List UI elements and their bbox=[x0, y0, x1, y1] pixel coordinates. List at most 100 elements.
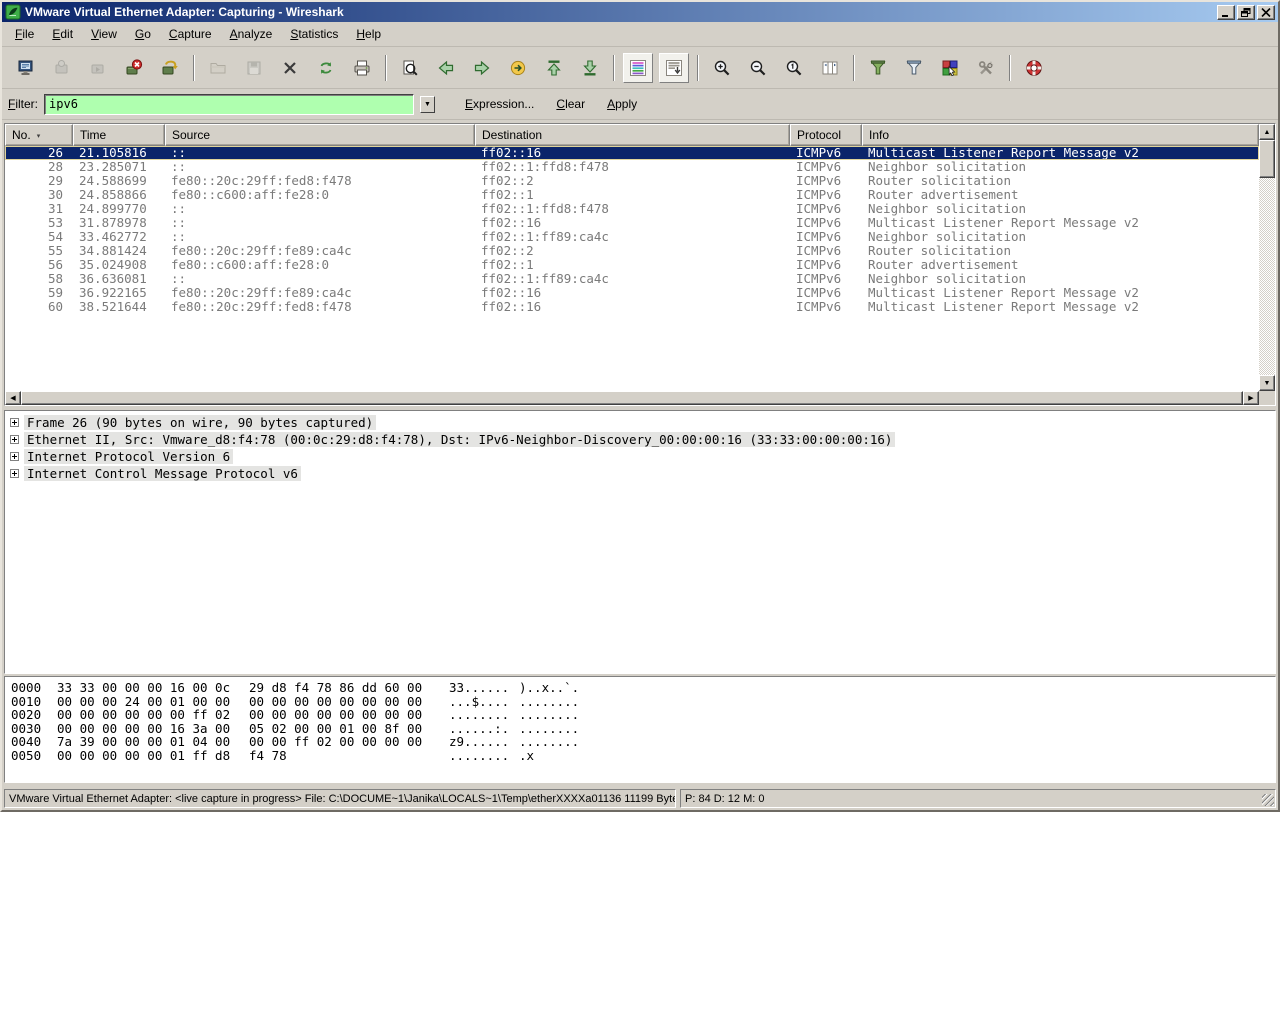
zoom-out-icon[interactable] bbox=[743, 53, 773, 83]
filter-dropdown-button[interactable]: ▼ bbox=[420, 96, 435, 113]
packet-list-horizontal-scrollbar[interactable]: ◀ ▶ bbox=[5, 391, 1259, 405]
detail-row-1[interactable]: Ethernet II, Src: Vmware_d8:f4:78 (00:0c… bbox=[7, 431, 1273, 448]
go-forward-icon[interactable] bbox=[467, 53, 497, 83]
column-header-protocol[interactable]: Protocol bbox=[790, 124, 862, 146]
list-interfaces-icon[interactable] bbox=[11, 53, 41, 83]
ascii-right: ........ bbox=[519, 735, 579, 749]
hex-bytes-left: 00 00 00 00 00 01 ff d8 bbox=[57, 749, 249, 763]
horizontal-scroll-thumb[interactable] bbox=[21, 391, 1243, 405]
print-icon[interactable] bbox=[347, 53, 377, 83]
autoscroll-icon[interactable] bbox=[659, 53, 689, 83]
close-button[interactable] bbox=[1257, 5, 1275, 20]
restore-button[interactable] bbox=[1237, 5, 1255, 20]
menu-help[interactable]: Help bbox=[347, 24, 390, 44]
expression-button[interactable]: Expression... bbox=[459, 95, 540, 113]
find-packet-icon[interactable] bbox=[395, 53, 425, 83]
cell-time: 24.899770 bbox=[73, 202, 165, 216]
expander-plus-icon[interactable] bbox=[10, 452, 19, 461]
column-header-no[interactable]: No.▾ bbox=[5, 124, 73, 146]
preferences-icon[interactable] bbox=[971, 53, 1001, 83]
hex-row-0010[interactable]: 001000 00 00 24 00 01 00 0000 00 00 00 0… bbox=[11, 695, 1273, 709]
menu-statistics[interactable]: Statistics bbox=[281, 24, 347, 44]
detail-row-0[interactable]: Frame 26 (90 bytes on wire, 90 bytes cap… bbox=[7, 414, 1273, 431]
colorize-icon[interactable] bbox=[623, 53, 653, 83]
cell-destination: ff02::1:ffd8:f478 bbox=[475, 202, 790, 216]
hex-row-0020[interactable]: 002000 00 00 00 00 00 ff 0200 00 00 00 0… bbox=[11, 708, 1273, 722]
coloring-rules-icon[interactable] bbox=[935, 53, 965, 83]
hex-bytes-left: 7a 39 00 00 00 01 04 00 bbox=[57, 735, 249, 749]
menu-capture[interactable]: Capture bbox=[160, 24, 221, 44]
cell-destination: ff02::1:ffd8:f478 bbox=[475, 160, 790, 174]
packet-row-59[interactable]: 5936.922165fe80::20c:29ff:fe89:ca4cff02:… bbox=[5, 286, 1259, 300]
scroll-right-icon[interactable]: ▶ bbox=[1243, 391, 1259, 405]
ascii-right: .x bbox=[519, 749, 534, 763]
packet-row-53[interactable]: 5331.878978::ff02::16ICMPv6Multicast Lis… bbox=[5, 216, 1259, 230]
apply-button[interactable]: Apply bbox=[601, 95, 643, 113]
zoom-in-icon[interactable] bbox=[707, 53, 737, 83]
title-bar[interactable]: VMware Virtual Ethernet Adapter: Capturi… bbox=[2, 2, 1278, 22]
expander-plus-icon[interactable] bbox=[10, 469, 19, 478]
minimize-button[interactable] bbox=[1217, 5, 1235, 20]
column-header-destination[interactable]: Destination bbox=[475, 124, 790, 146]
resize-grip[interactable] bbox=[1262, 794, 1274, 806]
packet-row-58[interactable]: 5836.636081::ff02::1:ff89:ca4cICMPv6Neig… bbox=[5, 272, 1259, 286]
clear-button[interactable]: Clear bbox=[550, 95, 591, 113]
go-back-icon[interactable] bbox=[431, 53, 461, 83]
go-top-icon[interactable] bbox=[539, 53, 569, 83]
cell-destination: ff02::1 bbox=[475, 258, 790, 272]
hex-row-0000[interactable]: 000033 33 00 00 00 16 00 0c29 d8 f4 78 8… bbox=[11, 681, 1273, 695]
packet-row-28[interactable]: 2823.285071::ff02::1:ffd8:f478ICMPv6Neig… bbox=[5, 160, 1259, 174]
column-header-source[interactable]: Source bbox=[165, 124, 475, 146]
packet-row-31[interactable]: 3124.899770::ff02::1:ffd8:f478ICMPv6Neig… bbox=[5, 202, 1259, 216]
detail-row-2[interactable]: Internet Protocol Version 6 bbox=[7, 448, 1273, 465]
cell-no: 54 bbox=[5, 230, 73, 244]
cell-info: Multicast Listener Report Message v2 bbox=[862, 146, 1259, 160]
scroll-left-icon[interactable]: ◀ bbox=[5, 391, 21, 405]
packet-row-26[interactable]: 2621.105816::ff02::16ICMPv6Multicast Lis… bbox=[5, 146, 1259, 160]
menu-analyze[interactable]: Analyze bbox=[221, 24, 282, 44]
packet-list-vertical-scrollbar[interactable]: ▲ ▼ bbox=[1259, 124, 1275, 391]
cell-source: :: bbox=[165, 146, 475, 160]
hex-row-0030[interactable]: 003000 00 00 00 00 16 3a 0005 02 00 00 0… bbox=[11, 722, 1273, 736]
hex-bytes-right: 00 00 00 00 00 00 00 00 bbox=[249, 695, 449, 709]
packet-row-55[interactable]: 5534.881424fe80::20c:29ff:fe89:ca4cff02:… bbox=[5, 244, 1259, 258]
ascii-right: ........ bbox=[519, 722, 579, 736]
scroll-down-icon[interactable]: ▼ bbox=[1259, 375, 1275, 391]
detail-row-3[interactable]: Internet Control Message Protocol v6 bbox=[7, 465, 1273, 482]
close-file-icon[interactable] bbox=[275, 53, 305, 83]
help-icon[interactable] bbox=[1019, 53, 1049, 83]
packet-row-54[interactable]: 5433.462772::ff02::1:ff89:ca4cICMPv6Neig… bbox=[5, 230, 1259, 244]
expander-plus-icon[interactable] bbox=[10, 418, 19, 427]
filter-label: Filter: bbox=[8, 97, 38, 111]
zoom-100-icon[interactable] bbox=[779, 53, 809, 83]
expander-plus-icon[interactable] bbox=[10, 435, 19, 444]
packet-row-29[interactable]: 2924.588699fe80::20c:29ff:fed8:f478ff02:… bbox=[5, 174, 1259, 188]
packet-row-56[interactable]: 5635.024908fe80::c600:aff:fe28:0ff02::1I… bbox=[5, 258, 1259, 272]
hex-row-0040[interactable]: 00407a 39 00 00 00 01 04 0000 00 ff 02 0… bbox=[11, 735, 1273, 749]
ascii-left: ......:. bbox=[449, 722, 519, 736]
scroll-up-icon[interactable]: ▲ bbox=[1259, 124, 1275, 140]
vertical-scroll-track[interactable] bbox=[1259, 140, 1275, 375]
filter-input[interactable] bbox=[44, 94, 414, 115]
menu-edit[interactable]: Edit bbox=[43, 24, 82, 44]
cell-destination: ff02::2 bbox=[475, 244, 790, 258]
capture-restart-icon[interactable] bbox=[155, 53, 185, 83]
packet-row-60[interactable]: 6038.521644fe80::20c:29ff:fed8:f478ff02:… bbox=[5, 300, 1259, 314]
menu-file[interactable]: File bbox=[6, 24, 43, 44]
cell-destination: ff02::2 bbox=[475, 174, 790, 188]
cell-time: 34.881424 bbox=[73, 244, 165, 258]
display-filter-icon[interactable] bbox=[899, 53, 929, 83]
reload-icon[interactable] bbox=[311, 53, 341, 83]
hex-row-0050[interactable]: 005000 00 00 00 00 01 ff d8f4 78........… bbox=[11, 749, 1273, 763]
resize-columns-icon[interactable] bbox=[815, 53, 845, 83]
menu-view[interactable]: View bbox=[82, 24, 126, 44]
vertical-scroll-thumb[interactable] bbox=[1259, 140, 1275, 178]
capture-stop-icon[interactable] bbox=[119, 53, 149, 83]
capture-filter-icon[interactable] bbox=[863, 53, 893, 83]
column-header-info[interactable]: Info bbox=[862, 124, 1259, 146]
column-header-time[interactable]: Time bbox=[73, 124, 165, 146]
go-to-packet-icon[interactable] bbox=[503, 53, 533, 83]
go-bottom-icon[interactable] bbox=[575, 53, 605, 83]
menu-go[interactable]: Go bbox=[126, 24, 160, 44]
packet-row-30[interactable]: 3024.858866fe80::c600:aff:fe28:0ff02::1I… bbox=[5, 188, 1259, 202]
